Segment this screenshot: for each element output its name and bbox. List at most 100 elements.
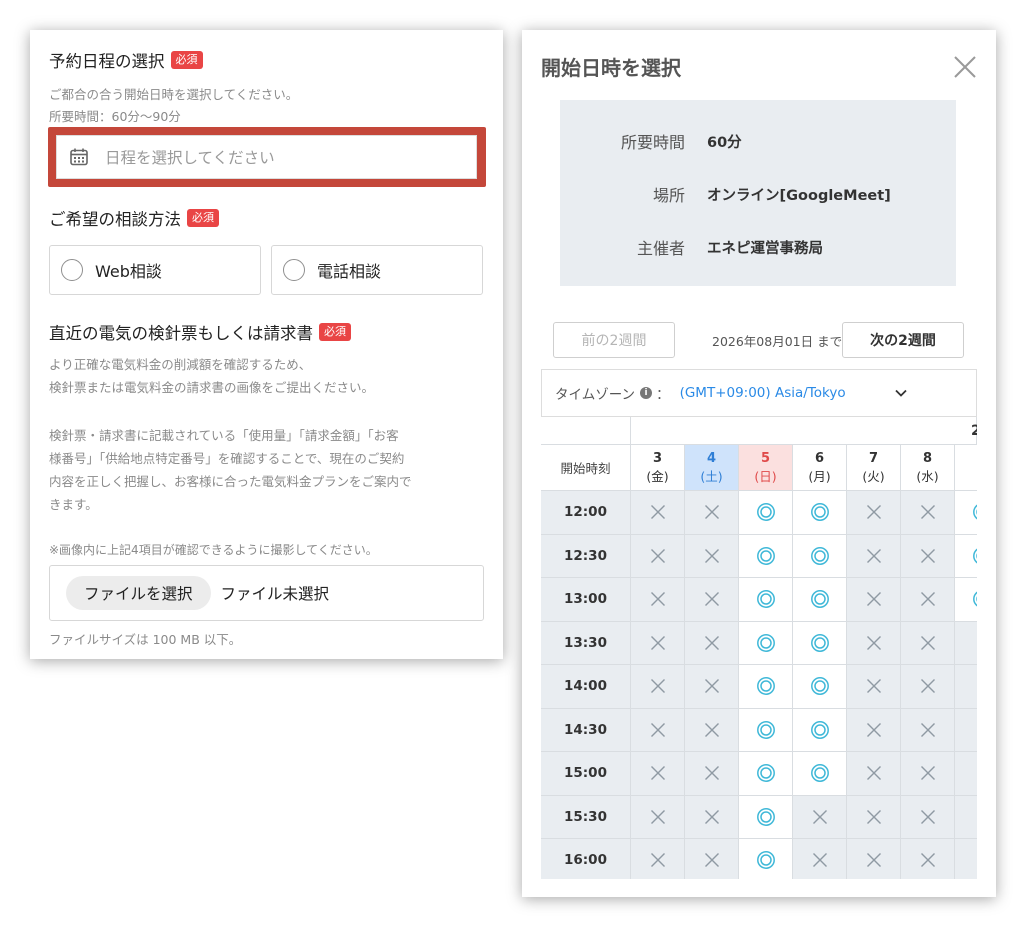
unavailable-cross-icon <box>866 635 881 650</box>
unavailable-slot <box>847 534 901 578</box>
available-circle-icon <box>810 764 829 783</box>
time-slot-label: 15:00 <box>541 752 631 796</box>
available-slot[interactable] <box>793 752 847 796</box>
day-number: 5 <box>760 450 771 466</box>
time-slot-label: 14:30 <box>541 708 631 752</box>
unavailable-slot <box>901 708 955 752</box>
available-slot[interactable] <box>739 534 793 578</box>
method-section-title: ご希望の相談方法 必須 <box>49 206 219 230</box>
day-header: 8 (水) <box>901 445 955 491</box>
bill-description-line: より正確な電気料金の削減額を確認するため、 <box>49 357 312 372</box>
time-slot-label: 16:00 <box>541 839 631 879</box>
info-row-location: 場所 オンライン[GoogleMeet] <box>560 182 956 206</box>
timezone-colon: ： <box>656 387 670 403</box>
unavailable-slot <box>631 795 685 839</box>
unavailable-slot <box>847 795 901 839</box>
datetime-picker-modal: 開始日時を選択 所要時間 60分 場所 オンライン[GoogleMeet] 主催… <box>522 30 996 897</box>
available-slot[interactable] <box>793 665 847 709</box>
day-header: 4 (土) <box>685 445 739 491</box>
unavailable-cross-icon <box>704 809 719 824</box>
unavailable-cross-icon <box>650 853 665 868</box>
unavailable-cross-icon <box>920 635 935 650</box>
available-slot[interactable] <box>739 708 793 752</box>
unavailable-cross-icon <box>920 853 935 868</box>
unavailable-slot <box>631 665 685 709</box>
available-circle-icon <box>810 720 829 739</box>
date-picker-input[interactable]: 日程を選択してください <box>56 135 477 179</box>
booking-limit-text: 2026年08月01日 まで <box>712 334 843 349</box>
unavailable-slot <box>847 578 901 622</box>
close-icon[interactable] <box>950 52 980 82</box>
available-slot[interactable] <box>739 491 793 535</box>
unavailable-slot <box>685 795 739 839</box>
day-of-week: (金) <box>646 468 669 484</box>
day-number: 6 <box>814 450 825 466</box>
unavailable-slot <box>847 708 901 752</box>
chevron-down-icon[interactable] <box>894 386 908 400</box>
available-slot[interactable] <box>739 578 793 622</box>
bill-section-title: 直近の電気の検針票もしくは請求書 必須 <box>49 320 351 344</box>
available-circle-icon <box>972 548 977 564</box>
next-two-weeks-button[interactable]: 次の2週間 <box>842 322 964 358</box>
unavailable-cross-icon <box>866 809 881 824</box>
unavailable-cross-icon <box>650 722 665 737</box>
unavailable-cross-icon <box>704 679 719 694</box>
date-section-title-text: 予約日程の選択 <box>49 52 165 71</box>
prev-two-weeks-button[interactable]: 前の2週間 <box>553 322 675 358</box>
available-slot[interactable] <box>955 578 977 622</box>
info-row-organizer: 主催者 エネピ運営事務局 <box>560 235 956 259</box>
modal-title: 開始日時を選択 <box>541 56 681 80</box>
unavailable-slot <box>901 665 955 709</box>
day-of-week: (日) <box>754 468 777 484</box>
radio-web-consultation[interactable]: Web相談 <box>49 245 261 295</box>
unavailable-slot <box>631 752 685 796</box>
time-slot-label: 13:30 <box>541 621 631 665</box>
available-circle-icon <box>810 590 829 609</box>
unavailable-slot <box>631 578 685 622</box>
available-slot[interactable] <box>739 795 793 839</box>
month-header <box>631 417 977 445</box>
radio-phone-consultation[interactable]: 電話相談 <box>271 245 483 295</box>
available-slot[interactable] <box>793 708 847 752</box>
time-slot-label: 14:00 <box>541 665 631 709</box>
available-slot[interactable] <box>739 752 793 796</box>
info-icon[interactable]: i <box>640 387 653 399</box>
available-circle-icon <box>756 851 775 870</box>
unavailable-cross-icon <box>866 853 881 868</box>
unavailable-cross-icon <box>866 679 881 694</box>
unavailable-slot <box>847 839 901 879</box>
choose-file-button[interactable]: ファイルを選択 <box>66 576 211 610</box>
day-number: 4 <box>706 450 717 466</box>
day-number: 7 <box>868 450 879 466</box>
unavailable-slot <box>685 534 739 578</box>
info-label: 主催者 <box>636 239 685 258</box>
available-slot[interactable] <box>739 665 793 709</box>
available-slot[interactable] <box>793 578 847 622</box>
bill-description-line: 様番号」「供給地点特定番号」を確認することで、現在のご契約 <box>49 451 405 466</box>
unavailable-cross-icon <box>920 592 935 607</box>
unavailable-slot <box>955 621 977 665</box>
available-slot[interactable] <box>793 491 847 535</box>
unavailable-cross-icon <box>920 722 935 737</box>
available-circle-icon <box>810 677 829 696</box>
unavailable-cross-icon <box>866 722 881 737</box>
unavailable-slot <box>901 578 955 622</box>
timezone-select[interactable]: (GMT+09:00) Asia/Tokyo <box>680 385 846 401</box>
unavailable-cross-icon <box>704 548 719 563</box>
duration-help-text: 所要時間：60分〜90分 <box>49 109 181 124</box>
unavailable-cross-icon <box>704 635 719 650</box>
unavailable-cross-icon <box>704 505 719 520</box>
available-slot[interactable] <box>955 534 977 578</box>
unavailable-slot <box>685 491 739 535</box>
available-slot[interactable] <box>793 621 847 665</box>
unavailable-cross-icon <box>866 505 881 520</box>
available-circle-icon <box>756 720 775 739</box>
available-slot[interactable] <box>793 534 847 578</box>
required-badge: 必須 <box>170 51 203 69</box>
unavailable-cross-icon <box>650 505 665 520</box>
available-slot[interactable] <box>955 491 977 535</box>
calendar-corner <box>541 417 631 445</box>
unavailable-slot <box>631 621 685 665</box>
available-slot[interactable] <box>739 621 793 665</box>
available-slot[interactable] <box>739 839 793 879</box>
